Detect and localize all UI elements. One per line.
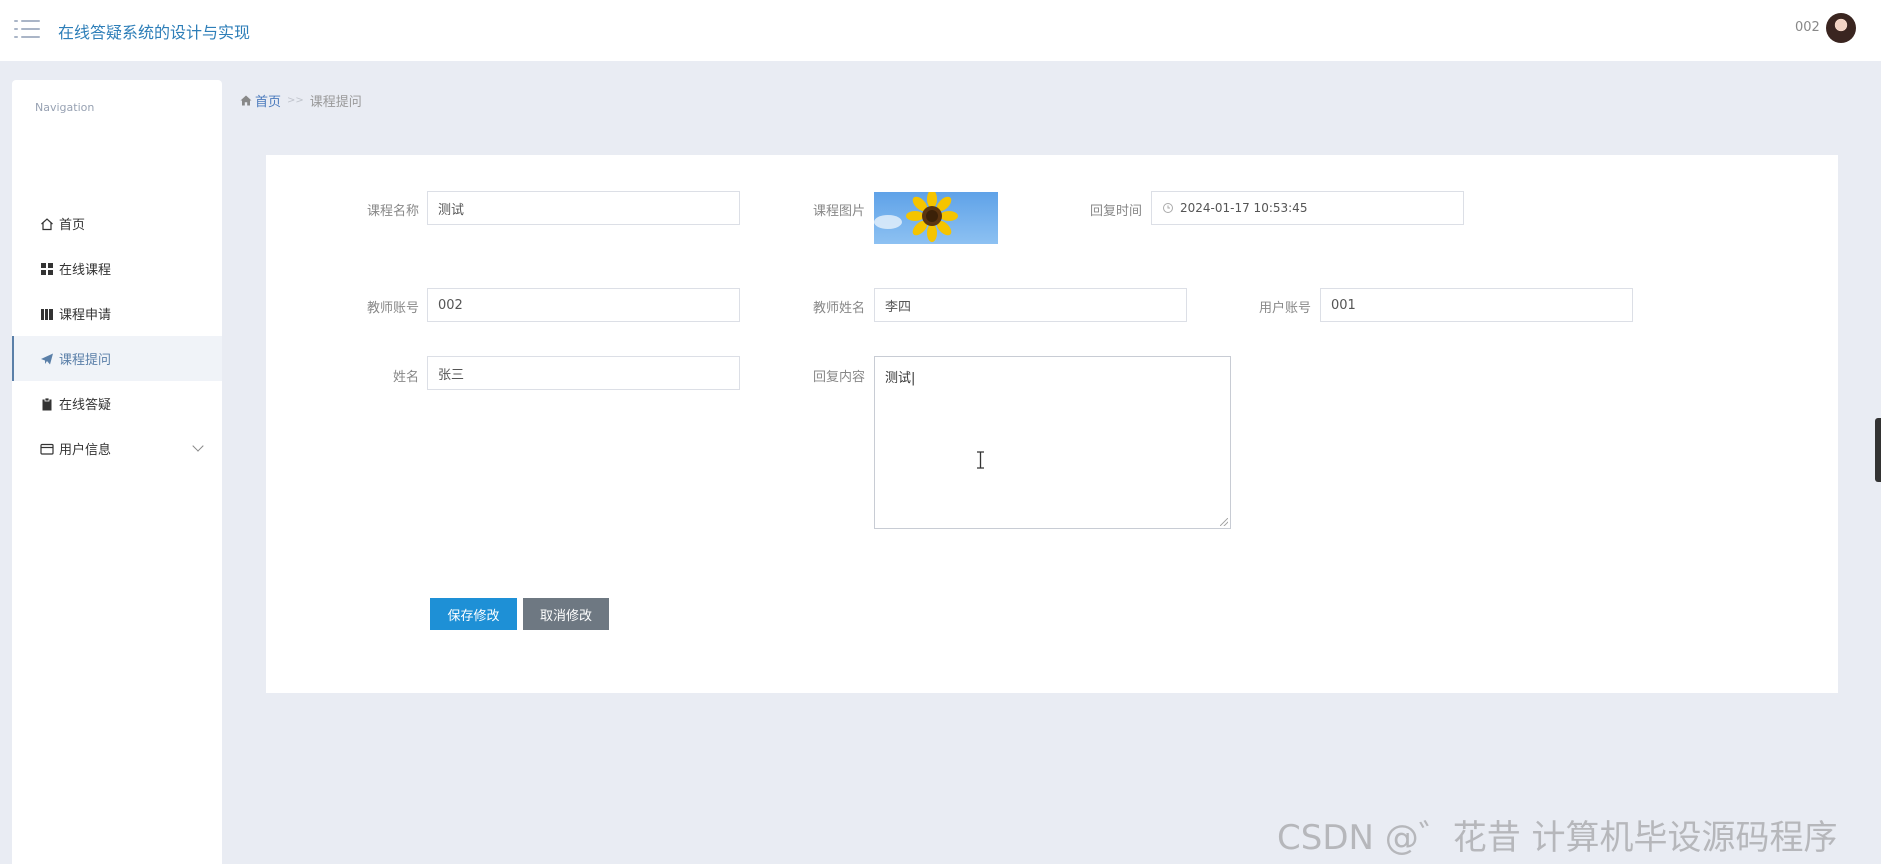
sidebar-item-online-course[interactable]: 在线课程 — [12, 246, 222, 291]
username-label[interactable]: 002 — [1795, 20, 1820, 35]
reply-time-value: 2024-01-17 10:53:45 — [1180, 201, 1308, 215]
breadcrumb: 首页 >> 课程提问 — [240, 91, 362, 110]
menu-icon[interactable] — [14, 18, 40, 40]
sunflower-image — [874, 192, 958, 242]
top-header: 在线答疑系统的设计与实现 002 — [0, 0, 1881, 61]
sidebar-item-label: 课程提问 — [59, 353, 112, 368]
sidebar-item-label: 在线答疑 — [59, 398, 112, 413]
grid-icon — [40, 262, 54, 276]
reply-time-label: 回复时间 — [1089, 204, 1142, 219]
sidebar-item-label: 首页 — [59, 218, 86, 233]
course-name-input[interactable]: 测试 — [427, 191, 740, 225]
reply-content-text: 测试| — [885, 371, 916, 386]
chevron-down-icon — [192, 440, 204, 452]
scrollbar-handle[interactable] — [1875, 418, 1881, 482]
name-label: 姓名 — [392, 370, 419, 385]
watermark: CSDN @゛花昔 计算机毕设源码程序 — [1277, 818, 1838, 858]
cancel-button[interactable]: 取消修改 — [523, 598, 609, 630]
book-icon — [40, 307, 54, 321]
teacher-account-label: 教师账号 — [366, 301, 419, 316]
user-account-label: 用户账号 — [1258, 301, 1311, 316]
teacher-name-input[interactable]: 李四 — [874, 288, 1187, 322]
resize-handle[interactable] — [1220, 518, 1228, 526]
clock-icon — [1163, 203, 1173, 213]
sidebar-item-course-apply[interactable]: 课程申请 — [12, 291, 222, 336]
reply-content-label: 回复内容 — [812, 370, 865, 385]
course-name-label: 课程名称 — [366, 204, 419, 219]
teacher-account-input[interactable]: 002 — [427, 288, 740, 322]
sidebar-item-home[interactable]: 首页 — [12, 201, 222, 246]
home-icon — [40, 217, 54, 231]
card-icon — [40, 442, 54, 456]
user-account-input[interactable]: 001 — [1320, 288, 1633, 322]
breadcrumb-separator: >> — [287, 95, 304, 106]
breadcrumb-home[interactable]: 首页 — [240, 91, 281, 110]
teacher-name-label: 教师姓名 — [812, 301, 865, 316]
course-image[interactable] — [874, 192, 998, 244]
sidebar-item-user-info[interactable]: 用户信息 — [12, 426, 222, 471]
avatar[interactable] — [1826, 13, 1856, 43]
text-cursor-icon — [977, 451, 984, 469]
reply-content-textarea[interactable]: 测试| — [874, 356, 1231, 529]
nav-section-title: Navigation — [35, 101, 95, 114]
save-button[interactable]: 保存修改 — [430, 598, 517, 630]
reply-time-picker[interactable]: 2024-01-17 10:53:45 — [1151, 191, 1464, 225]
sidebar-item-label: 课程申请 — [59, 308, 112, 323]
sidebar-item-course-question[interactable]: 课程提问 — [12, 336, 222, 381]
app-title: 在线答疑系统的设计与实现 — [58, 23, 251, 42]
sidebar-item-label: 在线课程 — [59, 263, 112, 278]
sidebar-item-label: 用户信息 — [59, 443, 112, 458]
home-icon — [240, 95, 252, 106]
sidebar-item-online-qa[interactable]: 在线答疑 — [12, 381, 222, 426]
breadcrumb-current: 课程提问 — [309, 95, 362, 110]
name-input[interactable]: 张三 — [427, 356, 740, 390]
clipboard-icon — [40, 397, 54, 411]
sidebar: Navigation 首页 在线课程 课程申请 课程提问 在线答疑 用户信息 — [12, 80, 222, 864]
course-image-label: 课程图片 — [812, 204, 865, 219]
paper-plane-icon — [40, 352, 54, 366]
